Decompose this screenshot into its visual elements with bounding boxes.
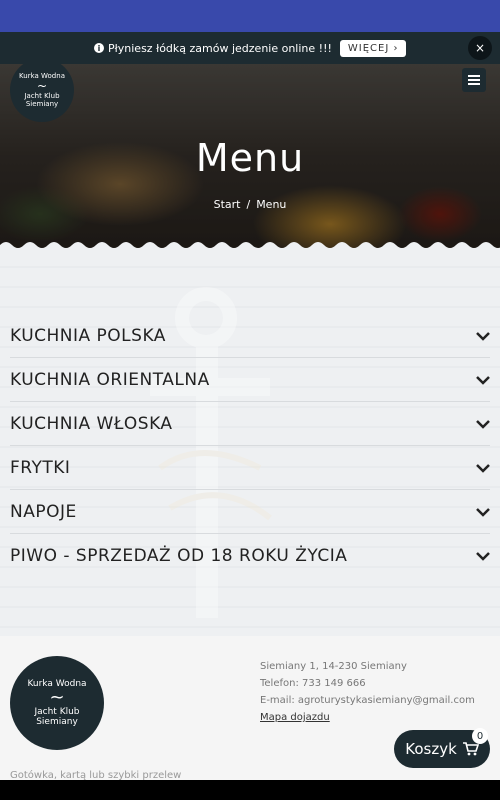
breadcrumb-separator: / xyxy=(246,198,251,211)
map-link[interactable]: Mapa dojazdu xyxy=(260,709,475,726)
chevron-down-icon xyxy=(476,331,490,341)
contact-info: Siemiany 1, 14-230 Siemiany Telefon: 733… xyxy=(260,658,475,726)
logo-line2: Jacht Klub xyxy=(24,92,60,100)
hamburger-line xyxy=(468,83,480,85)
logo-line3: Siemiany xyxy=(25,100,59,108)
more-button[interactable]: WIĘCEJ › xyxy=(339,39,407,57)
breadcrumb-start-link[interactable]: Start xyxy=(214,198,241,211)
category-kuchnia-polska[interactable]: KUCHNIA POLSKA xyxy=(10,314,490,358)
footer-logo[interactable]: Kurka Wodna ~ Jacht Klub Siemiany xyxy=(10,656,104,750)
category-label: PIWO - SPRZEDAŻ OD 18 ROKU ŻYCIA xyxy=(10,546,348,566)
hamburger-menu-button[interactable] xyxy=(462,68,486,92)
chevron-down-icon xyxy=(476,507,490,517)
notice-text: Płyniesz łódką zamów jedzenie online !!! xyxy=(108,41,332,55)
info-icon: i xyxy=(94,43,104,53)
top-color-strip xyxy=(0,0,500,32)
category-label: FRYTKI xyxy=(10,457,71,478)
category-label: KUCHNIA ORIENTALNA xyxy=(10,369,210,390)
category-piwo[interactable]: PIWO - SPRZEDAŻ OD 18 ROKU ŻYCIA xyxy=(10,534,490,578)
site-logo[interactable]: Kurka Wodna ~ Jacht Klub Siemiany xyxy=(10,64,74,122)
cart-count-badge: 0 xyxy=(472,728,488,744)
duck-icon: ~ xyxy=(36,79,48,93)
hamburger-line xyxy=(468,79,480,81)
duck-icon: ~ xyxy=(49,687,65,708)
breadcrumb-current: Menu xyxy=(256,198,287,211)
category-kuchnia-orientalna[interactable]: KUCHNIA ORIENTALNA xyxy=(10,358,490,402)
hamburger-line xyxy=(468,75,480,77)
breadcrumb: Start / Menu xyxy=(0,198,500,211)
bottom-black-strip xyxy=(0,780,500,800)
menu-category-list: KUCHNIA POLSKA KUCHNIA ORIENTALNA KUCHNI… xyxy=(10,314,490,578)
wave-divider xyxy=(0,242,500,248)
category-frytki[interactable]: FRYTKI xyxy=(10,446,490,490)
promo-notice-bar: i Płyniesz łódką zamów jedzenie online !… xyxy=(0,32,500,64)
shopping-cart-icon xyxy=(462,742,479,756)
category-label: NAPOJE xyxy=(10,501,77,522)
phone-text: Telefon: 733 149 666 xyxy=(260,678,366,689)
chevron-down-icon xyxy=(476,375,490,385)
category-kuchnia-wloska[interactable]: KUCHNIA WŁOSKA xyxy=(10,402,490,446)
email-text: E-mail: agroturystykasiemiany@gmail.com xyxy=(260,695,475,706)
notice-content: i Płyniesz łódką zamów jedzenie online !… xyxy=(94,39,407,57)
cart-label: Koszyk xyxy=(405,740,457,758)
hero-banner: Kurka Wodna ~ Jacht Klub Siemiany Menu S… xyxy=(0,64,500,248)
category-label: KUCHNIA POLSKA xyxy=(10,325,166,346)
chevron-down-icon xyxy=(476,463,490,473)
close-notice-button[interactable]: × xyxy=(468,36,492,60)
menu-section: KUCHNIA POLSKA KUCHNIA ORIENTALNA KUCHNI… xyxy=(0,248,500,636)
category-napoje[interactable]: NAPOJE xyxy=(10,490,490,534)
page-title: Menu xyxy=(195,136,305,180)
chevron-down-icon xyxy=(476,419,490,429)
footer-logo-line2: Jacht Klub xyxy=(34,707,80,717)
footer-logo-line3: Siemiany xyxy=(36,717,78,727)
cart-button[interactable]: Koszyk 0 xyxy=(394,728,490,768)
chevron-down-icon xyxy=(476,552,490,561)
category-label: KUCHNIA WŁOSKA xyxy=(10,413,173,434)
address-text: Siemiany 1, 14-230 Siemiany xyxy=(260,661,407,672)
